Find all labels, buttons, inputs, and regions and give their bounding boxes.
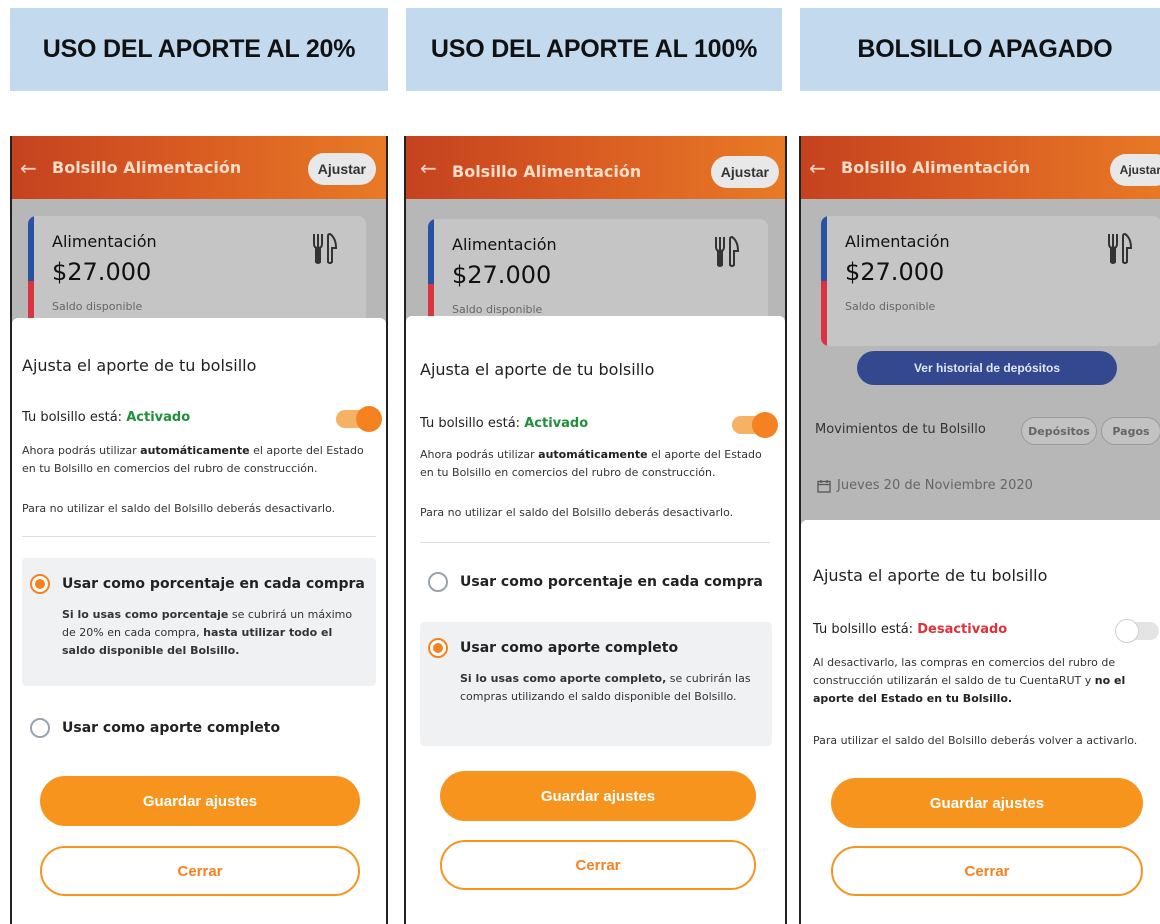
save-button[interactable]: Guardar ajustes xyxy=(40,776,360,826)
arrow-left-icon[interactable]: ← xyxy=(20,158,37,178)
info-text-bold: automáticamente xyxy=(538,448,648,461)
toggle-knob xyxy=(752,412,778,438)
desc-bold: Si lo usas como aporte completo, xyxy=(460,672,667,685)
info-paragraph: Al desactivarlo, las compras en comercio… xyxy=(813,654,1160,708)
app-bar: ← Bolsillo Alimentación Ajustar xyxy=(12,136,386,199)
status-row: Tu bolsillo está: Activado xyxy=(420,416,588,431)
app-bar-title: Bolsillo Alimentación xyxy=(841,158,1031,177)
app-bar-title: Bolsillo Alimentación xyxy=(52,158,242,177)
card-subtitle: Saldo disponible xyxy=(452,303,543,316)
option-full-label[interactable]: Usar como aporte completo xyxy=(460,640,678,656)
bolsillo-toggle[interactable] xyxy=(732,412,778,438)
save-button[interactable]: Guardar ajustes xyxy=(831,778,1143,828)
option-percent-label[interactable]: Usar como porcentaje en cada compra xyxy=(460,574,763,590)
card-name: Alimentación xyxy=(52,232,157,251)
close-button[interactable]: Cerrar xyxy=(440,840,756,890)
save-button[interactable]: Guardar ajustes xyxy=(440,771,756,821)
app-bar: ← Bolsillo Alimentación Ajustar xyxy=(406,136,785,199)
info-paragraph: Ahora podrás utilizar automáticamente el… xyxy=(22,442,378,478)
phone-screen-percent: ← Bolsillo Alimentación Ajustar Alimenta… xyxy=(10,136,388,924)
divider xyxy=(22,536,376,537)
adjust-button[interactable]: Ajustar xyxy=(710,156,779,188)
banner-title: USO DEL APORTE AL 100% xyxy=(430,35,758,63)
view-deposit-history-button[interactable]: Ver historial de depósitos xyxy=(857,351,1117,385)
fork-knife-icon xyxy=(1108,232,1133,264)
card-name: Alimentación xyxy=(845,232,950,251)
option-percent-description: Si lo usas como porcentaje se cubrirá un… xyxy=(62,606,362,660)
fork-knife-icon xyxy=(715,235,740,267)
status-value: Activado xyxy=(126,410,191,425)
banner-percent-20: USO DEL APORTE AL 20% xyxy=(10,8,388,91)
bolsillo-toggle[interactable] xyxy=(1115,619,1159,643)
card-stripe xyxy=(821,216,827,346)
status-prefix: Tu bolsillo está: xyxy=(420,416,521,431)
date-row: Jueves 20 de Noviembre 2020 xyxy=(817,478,1033,493)
movement-date: Jueves 20 de Noviembre 2020 xyxy=(837,478,1033,493)
phone-screen-full: ← Bolsillo Alimentación Ajustar Alimenta… xyxy=(404,136,787,924)
toggle-knob xyxy=(356,406,382,432)
chip-payments[interactable]: Pagos xyxy=(1101,417,1160,445)
info-paragraph: Ahora podrás utilizar automáticamente el… xyxy=(420,446,776,482)
arrow-left-icon[interactable]: ← xyxy=(420,158,437,178)
status-row: Tu bolsillo está: Desactivado xyxy=(813,622,1007,637)
info-note: Para no utilizar el saldo del Bolsillo d… xyxy=(420,506,734,519)
chip-deposits[interactable]: Depósitos xyxy=(1021,417,1097,445)
adjust-sheet: Ajusta el aporte de tu bolsillo Tu bolsi… xyxy=(801,520,1160,924)
card-amount: $27.000 xyxy=(52,258,152,286)
sheet-title: Ajusta el aporte de tu bolsillo xyxy=(420,360,655,379)
phone-screen-off: ← Bolsillo Alimentación Ajustar Alimenta… xyxy=(799,136,1160,924)
close-button[interactable]: Cerrar xyxy=(831,846,1143,896)
movements-title: Movimientos de tu Bolsillo xyxy=(815,422,986,437)
status-value: Desactivado xyxy=(917,622,1008,637)
radio-percent[interactable] xyxy=(428,572,448,592)
option-full-box[interactable]: Usar como aporte completo Si lo usas com… xyxy=(420,622,772,746)
app-bar: ← Bolsillo Alimentación Ajustar xyxy=(801,136,1160,199)
card-name: Alimentación xyxy=(452,235,557,254)
option-percent-label[interactable]: Usar como porcentaje en cada compra xyxy=(62,576,365,592)
adjust-button[interactable]: Ajustar xyxy=(307,153,376,185)
status-prefix: Tu bolsillo está: xyxy=(22,410,123,425)
info-note: Para utilizar el saldo del Bolsillo debe… xyxy=(813,734,1138,747)
card-subtitle: Saldo disponible xyxy=(845,300,936,313)
toggle-knob xyxy=(1115,619,1139,643)
radio-full[interactable] xyxy=(30,718,50,738)
close-button[interactable]: Cerrar xyxy=(40,846,360,896)
status-row: Tu bolsillo está: Activado xyxy=(22,410,190,425)
card-amount: $27.000 xyxy=(452,261,552,289)
option-full-label[interactable]: Usar como aporte completo xyxy=(62,720,280,736)
info-text: Al desactivarlo, las compras en comercio… xyxy=(813,656,1116,687)
card-subtitle: Saldo disponible xyxy=(52,300,143,313)
banner-percent-100: USO DEL APORTE AL 100% xyxy=(406,8,782,91)
fork-knife-icon xyxy=(313,232,338,264)
sheet-title: Ajusta el aporte de tu bolsillo xyxy=(22,356,257,375)
status-value: Activado xyxy=(524,416,589,431)
info-text: Ahora podrás utilizar xyxy=(22,444,141,457)
status-prefix: Tu bolsillo está: xyxy=(813,622,914,637)
option-full-description: Si lo usas como aporte completo, se cubr… xyxy=(460,670,760,706)
desc-bold: Si lo usas como porcentaje xyxy=(62,608,229,621)
calendar-icon xyxy=(817,479,831,493)
option-percent-box[interactable]: Usar como porcentaje en cada compra Si l… xyxy=(22,558,376,686)
bolsillo-toggle[interactable] xyxy=(336,406,382,432)
balance-card: Alimentación $27.000 Saldo disponible xyxy=(821,216,1160,346)
radio-full[interactable] xyxy=(428,638,448,658)
radio-percent[interactable] xyxy=(30,574,50,594)
card-amount: $27.000 xyxy=(845,258,945,286)
info-text: Ahora podrás utilizar xyxy=(420,448,539,461)
info-note: Para no utilizar el saldo del Bolsillo d… xyxy=(22,502,336,515)
arrow-left-icon[interactable]: ← xyxy=(809,158,826,178)
banner-off: BOLSILLO APAGADO xyxy=(800,8,1160,91)
adjust-button[interactable]: Ajustar xyxy=(1109,154,1160,186)
adjust-sheet: Ajusta el aporte de tu bolsillo Tu bolsi… xyxy=(406,316,785,924)
divider xyxy=(420,542,770,543)
sheet-title: Ajusta el aporte de tu bolsillo xyxy=(813,566,1048,585)
adjust-sheet: Ajusta el aporte de tu bolsillo Tu bolsi… xyxy=(12,318,386,924)
info-text-bold: automáticamente xyxy=(140,444,250,457)
banner-title: USO DEL APORTE AL 20% xyxy=(42,35,356,63)
app-bar-title: Bolsillo Alimentación xyxy=(452,162,642,181)
banner-title: BOLSILLO APAGADO xyxy=(857,35,1113,63)
